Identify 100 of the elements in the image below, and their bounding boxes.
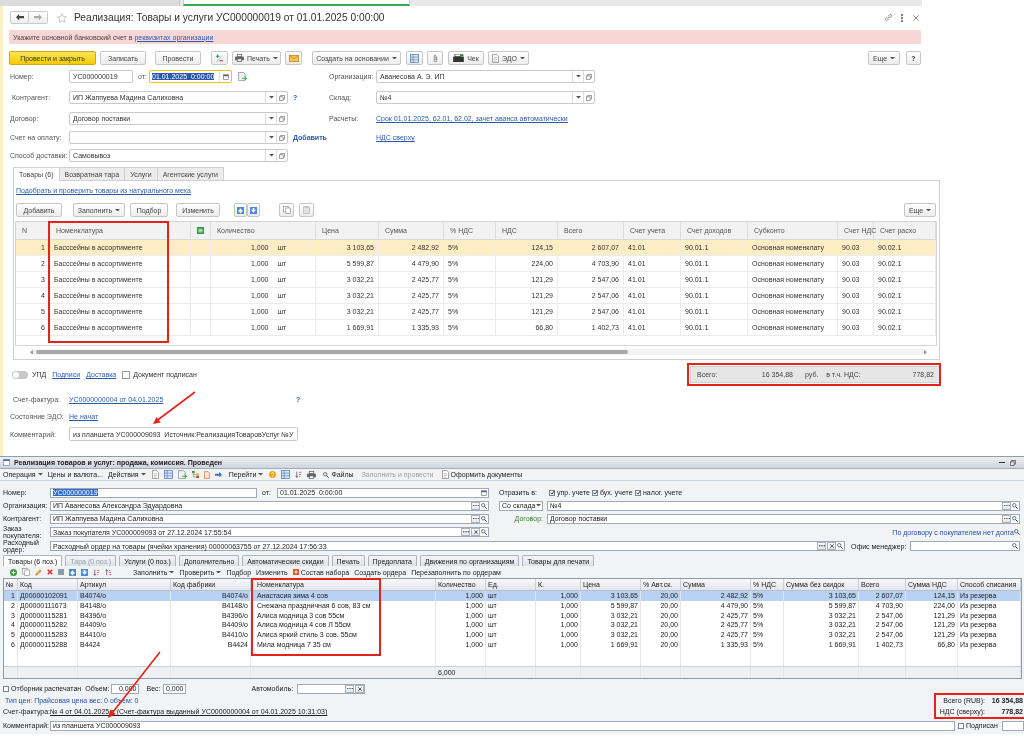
dropdown-button[interactable] (265, 150, 276, 161)
move-down-button[interactable] (247, 203, 260, 217)
search-icon[interactable] (481, 529, 487, 535)
document-icon[interactable] (238, 72, 247, 81)
table-icon[interactable] (163, 470, 173, 479)
caret-icon (520, 56, 525, 60)
arrow-left-icon (15, 14, 24, 21)
caret-icon (268, 117, 274, 120)
ellipsis-icon (472, 504, 479, 507)
spreadsheet-icon[interactable] (197, 227, 204, 234)
mail-button[interactable] (285, 51, 302, 65)
checkmark-icon (592, 490, 598, 495)
select-button[interactable] (1002, 514, 1011, 523)
dropdown-button[interactable] (265, 113, 276, 124)
input-field[interactable] (1002, 720, 1024, 731)
document-icon[interactable] (177, 470, 187, 479)
payment-invoice-field[interactable] (69, 131, 288, 144)
sort-icon[interactable] (295, 471, 303, 478)
scroll-right-icon[interactable] (924, 349, 927, 355)
select-button[interactable] (1002, 501, 1011, 510)
caret-icon (536, 504, 541, 507)
checkbox[interactable] (592, 489, 598, 496)
caret-icon (926, 208, 932, 212)
office-manager-field[interactable] (910, 541, 1020, 551)
star-icon[interactable] (57, 12, 67, 23)
minimize-icon[interactable] (999, 461, 1005, 464)
dropdown-button[interactable] (572, 92, 583, 103)
checkbox[interactable] (122, 370, 131, 379)
dropdown-button[interactable] (265, 92, 276, 103)
windows-icon (279, 94, 285, 101)
help-icon[interactable] (269, 471, 277, 478)
arrow-down-icon[interactable] (81, 568, 88, 576)
report-button[interactable] (406, 51, 423, 65)
windows-icon (279, 115, 285, 122)
copy-button[interactable] (279, 203, 294, 217)
envelope-icon (288, 54, 299, 62)
select-button[interactable] (817, 542, 826, 550)
caret-icon (169, 570, 175, 574)
select-button[interactable] (461, 528, 470, 536)
printer-icon (235, 54, 245, 62)
scrollbar-thumb[interactable] (36, 350, 628, 354)
search-icon[interactable] (1014, 529, 1020, 535)
arrow-up-icon[interactable] (69, 568, 76, 576)
back-button[interactable] (10, 11, 29, 24)
window-icon (3, 459, 10, 466)
select-button[interactable] (471, 501, 480, 510)
close-icon[interactable] (913, 14, 919, 21)
caret-icon (258, 473, 264, 476)
arrow-right-icon[interactable] (214, 471, 222, 478)
sort-down-icon[interactable] (93, 568, 100, 576)
clipboard-icon (303, 206, 310, 214)
arrow-right-icon (34, 14, 42, 21)
structure-icon[interactable] (191, 471, 199, 478)
search-icon[interactable] (481, 502, 487, 509)
checkbox[interactable] (3, 685, 9, 692)
caret-icon (272, 56, 278, 60)
calendar-icon[interactable] (481, 489, 487, 496)
search-icon[interactable] (1012, 502, 1018, 509)
sort-up-icon[interactable] (105, 568, 112, 576)
search-icon[interactable] (837, 543, 843, 549)
checkbox[interactable] (958, 722, 964, 729)
printer-icon[interactable] (307, 470, 317, 479)
clear-button[interactable] (355, 684, 365, 693)
document-icon[interactable] (151, 470, 159, 479)
checkmark-icon (635, 490, 641, 495)
select-button[interactable] (471, 514, 480, 523)
copy-icon[interactable] (22, 568, 30, 576)
table-icon[interactable] (281, 470, 291, 479)
vehicle-field[interactable] (297, 683, 366, 694)
caret-icon (268, 154, 274, 157)
dropdown-button[interactable] (265, 132, 276, 143)
browser-tab[interactable] (183, 0, 410, 6)
add-icon[interactable] (10, 568, 17, 576)
clear-button[interactable] (471, 528, 480, 536)
scroll-left-icon[interactable] (30, 349, 33, 355)
caret-icon (115, 208, 121, 212)
search-icon[interactable] (481, 515, 487, 522)
document-icon[interactable] (203, 470, 210, 479)
search-icon[interactable] (1012, 543, 1018, 549)
paperclip-icon (432, 53, 438, 63)
clear-button[interactable] (827, 542, 836, 550)
ledger-button[interactable] (211, 51, 228, 65)
checkbox[interactable] (549, 489, 555, 496)
attach-button[interactable] (427, 51, 443, 65)
pencil-icon[interactable] (35, 568, 42, 576)
delete-icon[interactable] (47, 569, 53, 575)
arrow-up-icon (237, 206, 244, 214)
checkbox[interactable] (635, 489, 641, 496)
restore-icon[interactable] (1010, 459, 1016, 466)
caret-icon (216, 570, 222, 574)
document-icon (492, 53, 499, 63)
toggle-switch[interactable] (12, 370, 28, 379)
select-button[interactable] (345, 684, 355, 693)
move-up-button[interactable] (234, 203, 247, 217)
calendar-button[interactable] (219, 71, 231, 82)
link-icon[interactable] (884, 13, 893, 22)
search-icon[interactable] (1012, 515, 1018, 522)
horizontal-scrollbar[interactable] (30, 349, 927, 355)
dropdown-button[interactable] (572, 71, 583, 82)
caret-icon (268, 96, 274, 99)
